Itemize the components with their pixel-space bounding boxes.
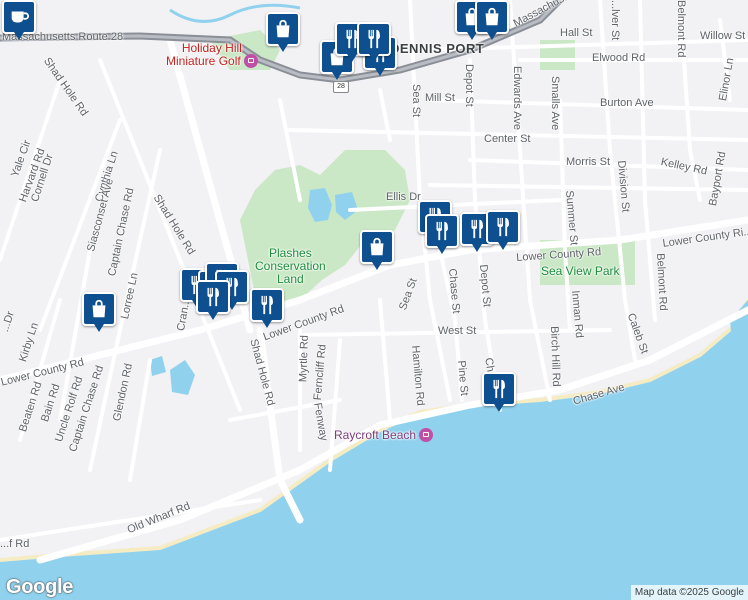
- pin-shop-1[interactable]: [266, 12, 300, 54]
- street-label-birch: Birch Hill Rd: [548, 325, 563, 387]
- pin-box: [250, 288, 284, 322]
- street-label-old-wharf-w: ...f Rd: [0, 538, 30, 550]
- pin-box: [266, 12, 300, 46]
- camera-icon: [243, 54, 258, 68]
- street-label-belmont: Belmont Rd: [654, 252, 670, 311]
- town-label: DENNIS PORT: [390, 41, 485, 56]
- restaurant-icon: [488, 378, 510, 400]
- pin-tail: [487, 32, 497, 40]
- pin-tail: [94, 324, 104, 332]
- pin-tail: [278, 44, 288, 52]
- pin-box: [425, 214, 459, 248]
- poi-label-conservation-line1: Plashes: [269, 246, 312, 260]
- pin-box: [482, 372, 516, 406]
- restaurant-icon: [363, 28, 385, 50]
- restaurant-icon: [466, 218, 488, 240]
- coffee-icon: [8, 6, 30, 28]
- street-label-mill: Mill St: [425, 92, 455, 104]
- shopping-bag-icon: [481, 6, 503, 28]
- pin-tail: [372, 262, 382, 270]
- poi-label-conservation-line3: Land: [277, 272, 304, 286]
- street-label-pine: Pine St: [455, 359, 471, 397]
- street-label-hall: Hall St: [560, 27, 593, 39]
- poi-label-conservation[interactable]: Plashes Conservation Land: [255, 247, 326, 286]
- route-28-shield: 28: [333, 81, 349, 93]
- restaurant-icon: [431, 220, 453, 242]
- street-label-morris: Morris St: [566, 156, 610, 168]
- shopping-bag-icon: [366, 236, 388, 258]
- pin-tail: [437, 246, 447, 254]
- pin-restaurant-5[interactable]: [425, 214, 459, 256]
- street-label-depot-mid: Depot St: [477, 263, 493, 308]
- street-label-oliver: ...lver St: [609, 0, 621, 41]
- park-label: Sea View Park: [541, 264, 620, 278]
- poi-label-golf-line1: Holiday Hill: [181, 41, 242, 55]
- pin-coffee-1[interactable]: [2, 0, 36, 42]
- pin-restaurant-3[interactable]: [357, 22, 391, 64]
- map-attribution[interactable]: Map data ©2025 Google: [630, 585, 748, 600]
- pin-tail: [375, 68, 385, 76]
- google-logo: Google: [6, 576, 74, 598]
- pin-shop-6[interactable]: [82, 292, 116, 334]
- pin-box: [475, 0, 509, 34]
- pin-box: [196, 280, 230, 314]
- poi-label-beach-text: Raycroft Beach: [334, 428, 417, 443]
- street-label-myrtle: Myrtle Rd: [297, 334, 311, 383]
- pin-restaurant-12[interactable]: [196, 280, 230, 322]
- pin-restaurant-13[interactable]: [250, 288, 284, 330]
- pin-tail: [498, 242, 508, 250]
- street-label-willow: Willow St: [700, 30, 746, 42]
- street-label-edwards: Edwards Ave: [511, 66, 523, 131]
- pin-box: [360, 230, 394, 264]
- street-label-ellis: Ellis Dr: [386, 191, 421, 203]
- street-label-belmont-top: Belmont Rd: [675, 0, 687, 58]
- pin-tail: [369, 54, 379, 62]
- pond-3: [170, 360, 195, 395]
- pin-restaurant-14[interactable]: [482, 372, 516, 414]
- pin-tail: [472, 244, 482, 252]
- street-label-burton: Burton Ave: [600, 97, 654, 109]
- pin-tail: [347, 54, 357, 62]
- restaurant-icon: [492, 216, 514, 238]
- pin-tail: [332, 72, 342, 80]
- pin-restaurant-7[interactable]: [486, 210, 520, 252]
- pin-box: [82, 292, 116, 326]
- pond-4: [150, 356, 166, 376]
- pin-tail: [14, 32, 24, 40]
- pin-box: [2, 0, 36, 34]
- pin-box: [357, 22, 391, 56]
- map-canvas[interactable]: Massachusetts Route 28 Massachus... DENN…: [0, 0, 748, 600]
- shopping-bag-icon: [88, 298, 110, 320]
- pin-box: [486, 210, 520, 244]
- poi-label-golf[interactable]: Holiday Hill Miniature Golf: [166, 42, 258, 69]
- poi-label-conservation-line2: Conservation: [255, 259, 326, 273]
- camera-icon: [419, 428, 434, 442]
- restaurant-icon: [256, 294, 278, 316]
- street-label-west: West St: [438, 325, 477, 337]
- street-label-center: Center St: [484, 133, 531, 145]
- street-label-depot-top: Depot St: [463, 64, 475, 107]
- street-label-elwood: Elwood Rd: [592, 52, 646, 64]
- pin-shop-5[interactable]: [360, 230, 394, 272]
- pin-tail: [262, 320, 272, 328]
- pin-shop-3[interactable]: [475, 0, 509, 42]
- poi-label-beach[interactable]: Raycroft Beach: [334, 428, 434, 443]
- shopping-bag-icon: [272, 18, 294, 40]
- poi-label-golf-line2: Miniature Golf: [166, 54, 241, 69]
- street-label-smalls: Smalls Ave: [549, 76, 561, 131]
- street-label-sea-top: Sea St: [410, 84, 422, 118]
- pin-tail: [494, 404, 504, 412]
- pin-tail: [208, 312, 218, 320]
- restaurant-icon: [202, 286, 224, 308]
